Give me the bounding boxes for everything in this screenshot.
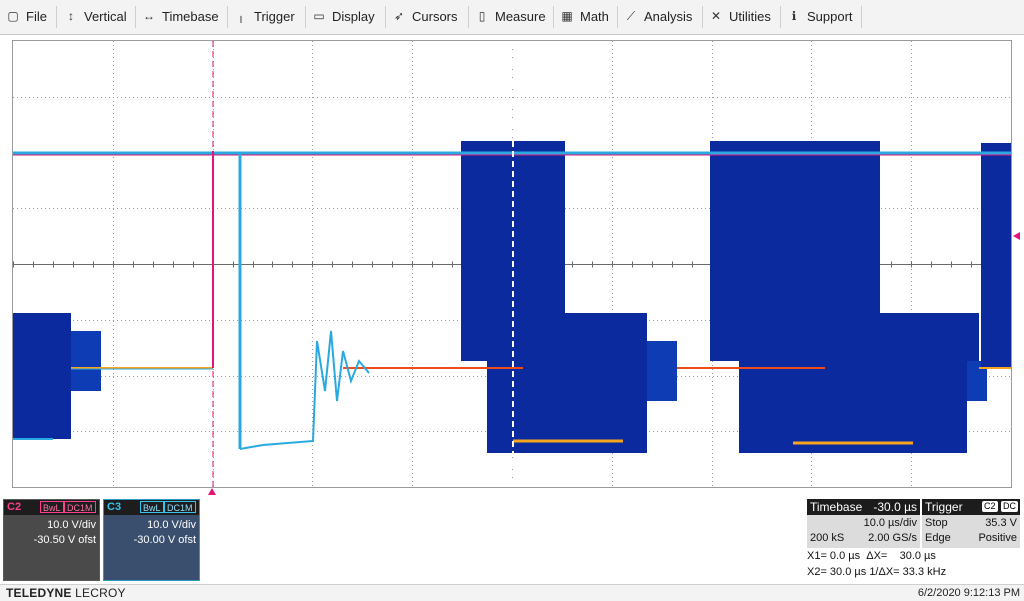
menu-math-label: Math [580,9,609,24]
brand-logo: TELEDYNE LECROY [6,586,126,600]
bandwidth-tag: BwL [140,501,164,513]
channel-name: C2 [7,501,22,513]
menu-trigger[interactable]: ╷ Trigger [234,5,295,28]
cursor-readout-x2: X2= 30.0 µs 1/ΔX= 33.3 kHz [807,566,946,578]
horizontal-arrows-icon: ↔ [143,9,155,23]
cursor-readout-x1: X1= 0.0 µs ΔX= 30.0 µs [807,550,936,562]
cursor-inv: 33.3 kHz [902,566,947,578]
channel-header: C2 BwL DC1M [4,500,99,515]
analysis-icon: ⟋ [626,9,636,23]
channel-descriptor-c2[interactable]: C2 BwL DC1M 10.0 V/div -30.50 V ofst [3,499,100,581]
volts-per-div: 10.0 V/div [147,519,196,531]
cursor-dx: 30.0 µs [899,550,936,562]
file-icon: ▢ [7,9,19,23]
date-time: 6/2/2020 9:12:13 PM [917,587,1020,599]
menu-display-label: Display [332,9,375,24]
menu-support-label: Support [807,9,853,24]
trigger-source: C2 [982,501,998,512]
trigger-type: Edge [925,532,951,544]
menu-analysis[interactable]: ⟋ Analysis [624,5,693,28]
persistence-block [647,341,677,401]
menu-measure-label: Measure [495,9,546,24]
channel-header: C3 BwL DC1M [104,500,199,515]
status-footer: TELEDYNE LECROY 6/2/2020 9:12:13 PM [0,584,1024,601]
persistence-block [487,361,565,453]
persistence-block [739,361,967,453]
menu-analysis-label: Analysis [644,9,693,24]
timebase-header: Timebase -30.0 µs [807,499,920,515]
trigger-header: Trigger C2 DC [922,499,1020,515]
utilities-icon: ✕ [710,9,722,23]
trigger-level: 35.3 V [985,517,1017,529]
math-icon: ▦ [561,9,573,23]
menu-cursors-label: Cursors [412,9,458,24]
menu-vertical[interactable]: ↕ Vertical [64,5,127,28]
bandwidth-tag: BwL [40,501,64,513]
menu-vertical-label: Vertical [84,9,127,24]
ch3-trace [239,330,370,450]
persistence-block [71,331,101,391]
menu-cursors[interactable]: ➶ Cursors [392,5,458,28]
vertical-arrows-icon: ↕ [68,9,74,23]
trigger-slope: Positive [978,532,1017,544]
trigger-icon: ╷ [237,9,245,23]
support-icon: ℹ [791,9,797,23]
trigger-label: Trigger [925,500,963,514]
waveform-display[interactable] [12,40,1012,488]
trigger-level-marker [1013,232,1020,240]
cursor-x2: X2= 30.0 µs [807,566,867,578]
menu-trigger-label: Trigger [254,9,295,24]
display-icon: ▭ [313,9,325,23]
coupling-tag: DC1M [64,501,96,513]
menu-utilities-label: Utilities [729,9,771,24]
timebase-label: Timebase [810,500,863,514]
channel-name: C3 [107,501,122,513]
cursor-inv-label: 1/ΔX= [869,566,900,578]
menu-file-label: File [26,9,47,24]
trigger-mode: Stop [925,517,948,529]
persistence-block [981,143,1011,369]
trigger-descriptor[interactable]: Trigger C2 DC Stop 35.3 V Edge Positive [922,499,1020,548]
menu-measure[interactable]: ▯ Measure [475,5,546,28]
time-per-div: 10.0 µs/div [863,517,917,529]
sample-rate: 2.00 GS/s [868,532,917,544]
trigger-position-marker [208,488,216,495]
menu-timebase-label: Timebase [162,9,219,24]
cursors-icon: ➶ [393,9,405,23]
persistence-block [565,313,647,453]
cursor-dx-label: ΔX= [866,550,888,562]
menu-bar: ▢ File ↕ Vertical ↔ Timebase ╷ Trigger ▭… [0,0,1024,35]
offset: -30.00 V ofst [133,534,196,546]
menu-math[interactable]: ▦ Math [560,5,609,28]
offset: -30.50 V ofst [33,534,96,546]
brand-bold: TELEDYNE [6,586,72,600]
timebase-delay: -30.0 µs [873,500,917,514]
cursor-x1: X1= 0.0 µs [807,550,861,562]
measure-icon: ▯ [478,9,486,23]
timebase-descriptor[interactable]: Timebase -30.0 µs 10.0 µs/div 200 kS 2.0… [807,499,920,548]
channel-descriptor-c3[interactable]: C3 BwL DC1M 10.0 V/div -30.00 V ofst [103,499,200,581]
persistence-waveforms [13,41,1011,487]
coupling-tag: DC1M [164,501,196,513]
sample-count: 200 kS [810,532,845,544]
menu-display[interactable]: ▭ Display [312,5,375,28]
trigger-coupling: DC [1001,501,1018,512]
persistence-block [843,313,979,361]
menu-file[interactable]: ▢ File [6,5,47,28]
volts-per-div: 10.0 V/div [47,519,96,531]
menu-utilities[interactable]: ✕ Utilities [709,5,771,28]
menu-support[interactable]: ℹ Support [787,5,853,28]
menu-timebase[interactable]: ↔ Timebase [142,5,219,28]
persistence-block [13,313,71,439]
brand-rest: LECROY [75,586,126,600]
